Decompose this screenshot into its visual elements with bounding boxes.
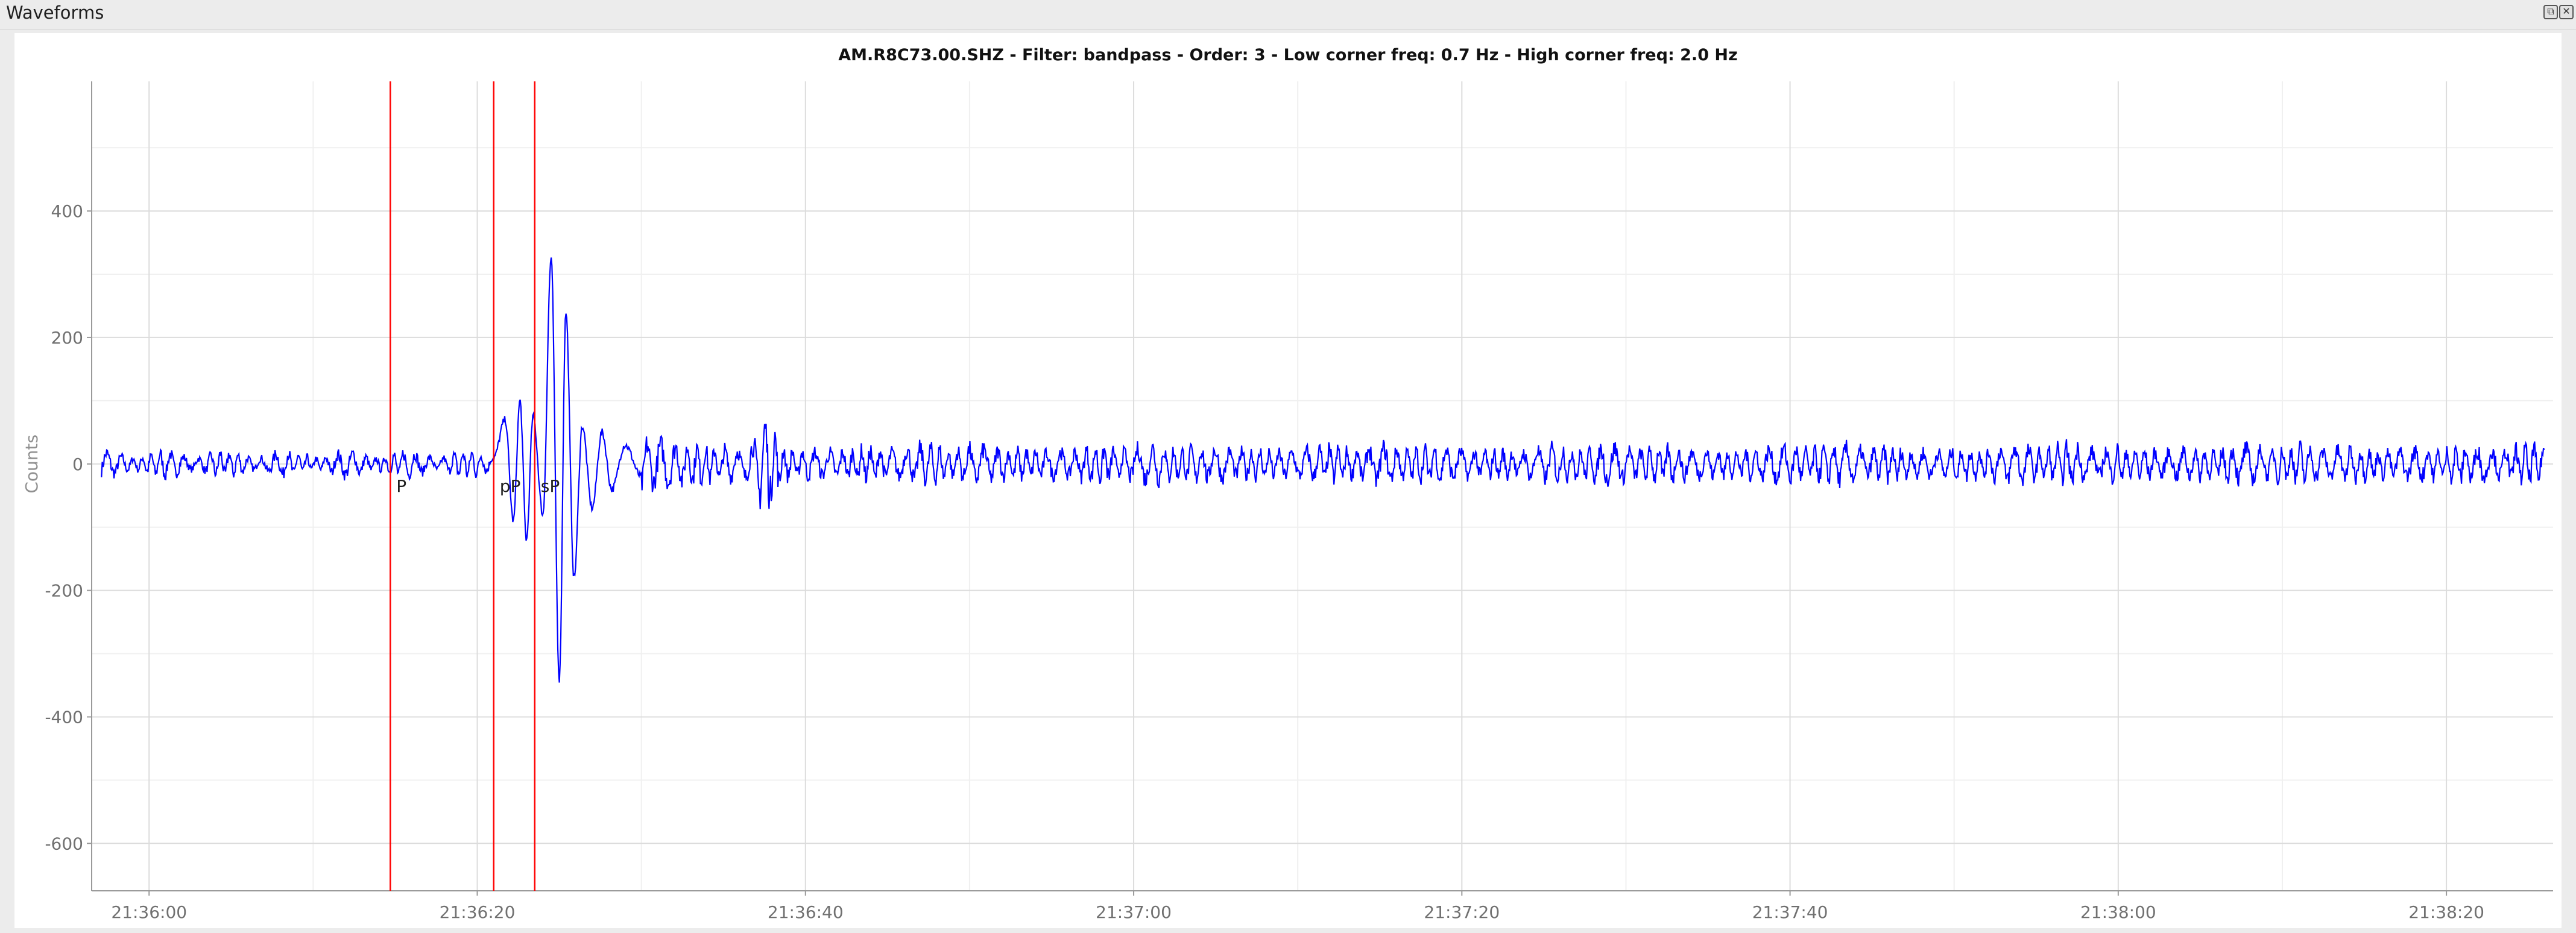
- y-tick-label: -400: [45, 707, 83, 727]
- x-tick-label: 21:37:20: [1424, 902, 1500, 922]
- waveform-chart-panel: AM.R8C73.00.SHZ - Filter: bandpass - Ord…: [14, 33, 2562, 928]
- x-tick-label: 21:38:00: [2080, 902, 2156, 922]
- y-tick-label: 400: [51, 201, 83, 221]
- x-tick-label: 21:38:20: [2408, 902, 2484, 922]
- close-icon[interactable]: ✕: [2559, 5, 2574, 19]
- waveform-trace[interactable]: [101, 257, 2545, 683]
- y-tick-label: 0: [72, 454, 83, 474]
- y-tick-label: -600: [45, 834, 83, 853]
- x-tick-label: 21:36:00: [111, 902, 187, 922]
- phase-pick-label-P: P: [396, 476, 406, 496]
- y-tick-label: 200: [51, 328, 83, 348]
- y-tick-label: -200: [45, 581, 83, 601]
- chart-title: AM.R8C73.00.SHZ - Filter: bandpass - Ord…: [838, 46, 1737, 64]
- x-tick-label: 21:36:40: [768, 902, 844, 922]
- float-icon[interactable]: ⧉: [2543, 5, 2558, 19]
- window-title: Waveforms: [6, 2, 104, 23]
- waveform-chart[interactable]: AM.R8C73.00.SHZ - Filter: bandpass - Ord…: [14, 33, 2562, 928]
- x-tick-label: 21:37:40: [1752, 902, 1828, 922]
- phase-pick-label-sP: sP: [541, 476, 560, 496]
- dock-titlebar: Waveforms ⧉ ✕: [0, 0, 2576, 30]
- y-axis-label: Counts: [22, 435, 42, 494]
- phase-pick-label-pP: pP: [500, 476, 521, 496]
- x-tick-label: 21:36:20: [440, 902, 516, 922]
- x-tick-label: 21:37:00: [1096, 902, 1172, 922]
